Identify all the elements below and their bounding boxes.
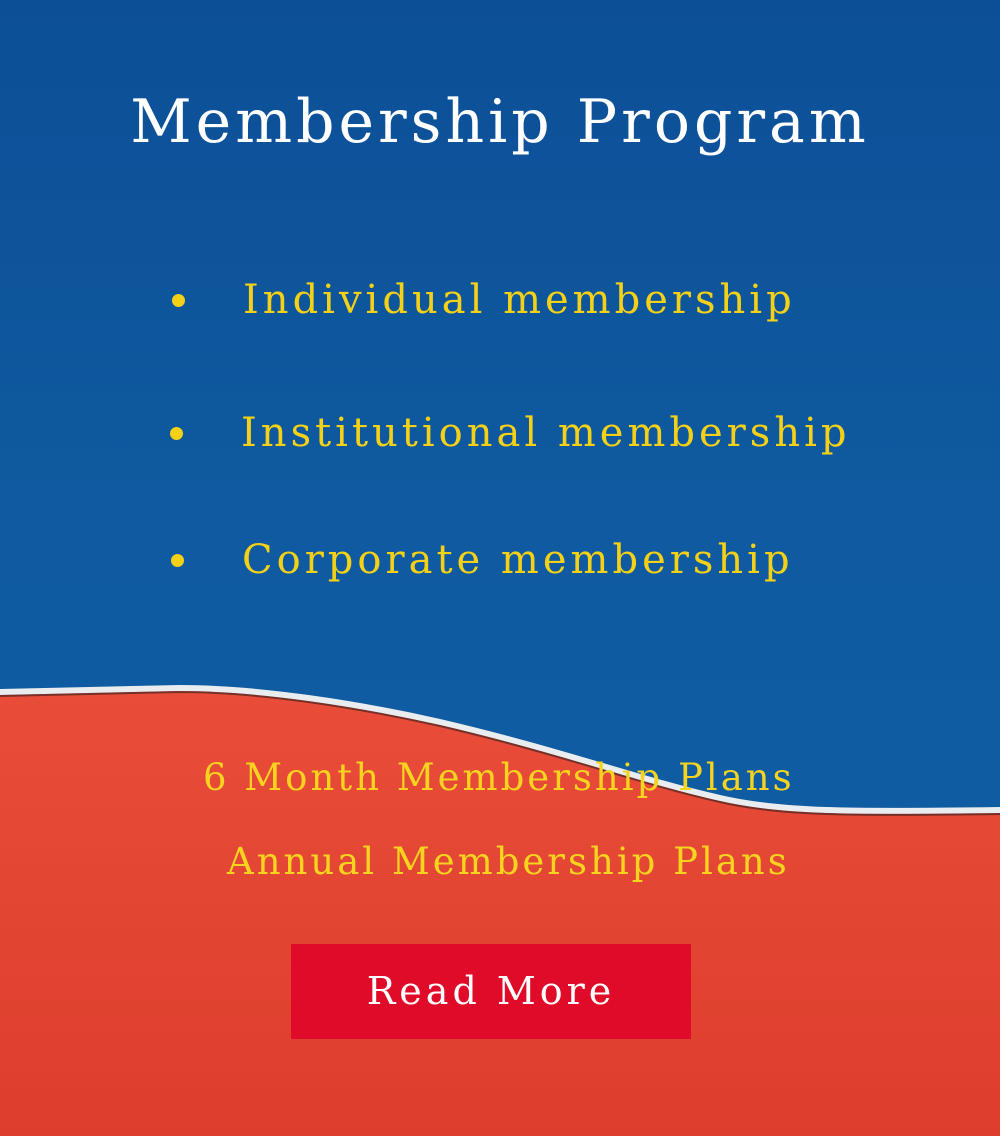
membership-label: Institutional membership xyxy=(241,410,851,456)
membership-label: Corporate membership xyxy=(242,537,794,583)
plan-annual: Annual Membership Plans xyxy=(227,840,790,883)
page-title: Membership Program xyxy=(130,87,870,157)
read-more-button[interactable]: Read More xyxy=(291,944,691,1039)
bullet-dot-icon xyxy=(170,426,183,440)
membership-label: Individual membership xyxy=(243,277,796,323)
plan-6-month: 6 Month Membership Plans xyxy=(203,756,795,799)
membership-item-individual: Individual membership xyxy=(172,270,796,330)
bullet-dot-icon xyxy=(171,553,184,567)
membership-item-institutional: Institutional membership xyxy=(170,403,850,463)
bullet-dot-icon xyxy=(172,293,185,307)
membership-item-corporate: Corporate membership xyxy=(171,530,794,590)
membership-banner: Membership Program Individual membership… xyxy=(0,0,1000,1136)
